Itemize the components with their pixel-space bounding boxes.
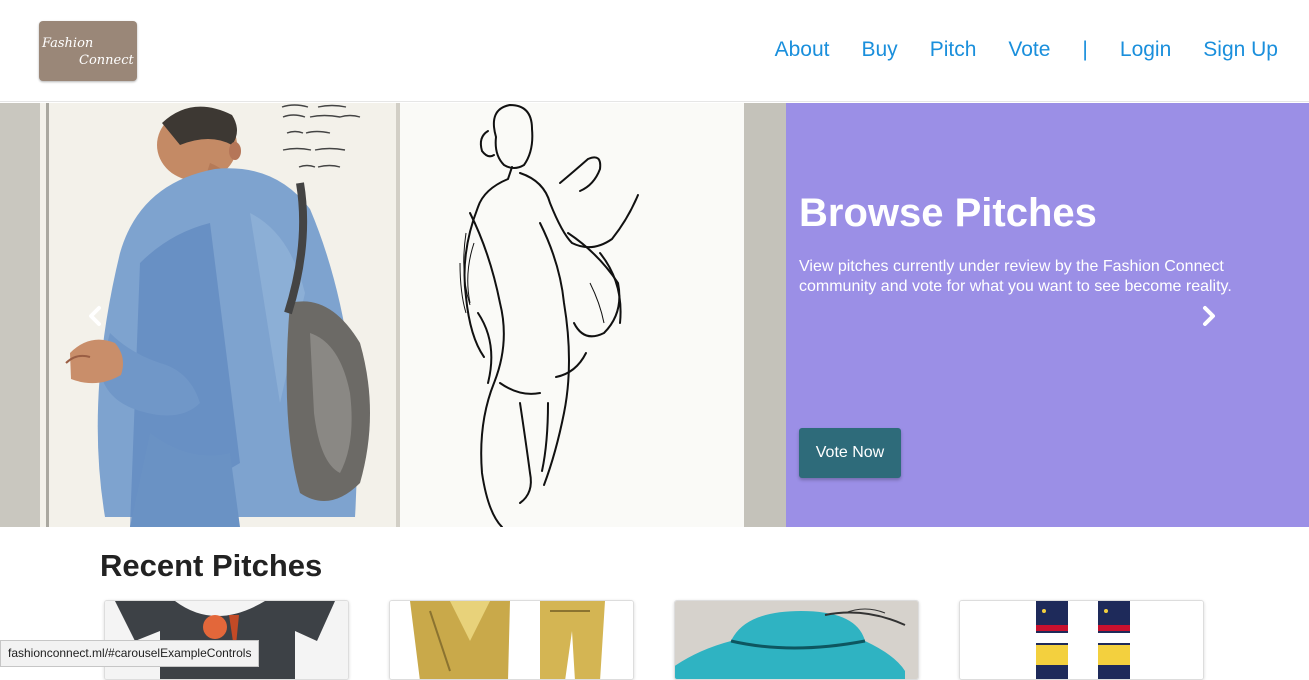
pitch-card-socks[interactable]: [959, 600, 1204, 680]
hero-carousel: Browse Pitches View pitches currently un…: [0, 103, 1309, 527]
nav-separator: |: [1082, 38, 1088, 61]
fashion-connect-logo[interactable]: Fashion Connect: [39, 21, 137, 81]
logo-text-line2: Connect: [79, 53, 134, 68]
carousel-next-button[interactable]: [1194, 301, 1224, 331]
chevron-right-icon: [1203, 306, 1215, 326]
chevron-left-icon: [89, 306, 101, 326]
recent-pitches-heading: Recent Pitches: [100, 548, 323, 583]
navbar: Fashion Connect About Buy Pitch Vote | L…: [0, 0, 1309, 102]
carousel-prev-button[interactable]: [80, 301, 110, 331]
pitch-card-teal-hat[interactable]: [674, 600, 919, 680]
hero-title: Browse Pitches: [799, 191, 1097, 235]
pitch-card-gold-suit[interactable]: [389, 600, 634, 680]
nav-login-link[interactable]: Login: [1120, 38, 1171, 62]
teal-hat-image: [675, 601, 918, 679]
nav-buy-link[interactable]: Buy: [862, 38, 898, 62]
hero-description: View pitches currently under review by t…: [799, 258, 1232, 295]
nav-pitch-link[interactable]: Pitch: [930, 38, 977, 62]
logo-text-line1: Fashion: [42, 36, 94, 51]
carousel-sketchbook-image: [0, 103, 786, 527]
vote-now-button[interactable]: Vote Now: [799, 428, 901, 478]
browser-status-bar: fashionconnect.ml/#carouselExampleContro…: [0, 640, 260, 667]
socks-image: [960, 601, 1203, 679]
gold-suit-image: [390, 601, 633, 679]
nav-about-link[interactable]: About: [775, 38, 830, 62]
main-nav: About Buy Pitch Vote | Login Sign Up: [743, 38, 1278, 62]
nav-vote-link[interactable]: Vote: [1008, 38, 1050, 62]
carousel-caption-panel: Browse Pitches View pitches currently un…: [786, 103, 1309, 527]
nav-signup-link[interactable]: Sign Up: [1203, 38, 1278, 62]
